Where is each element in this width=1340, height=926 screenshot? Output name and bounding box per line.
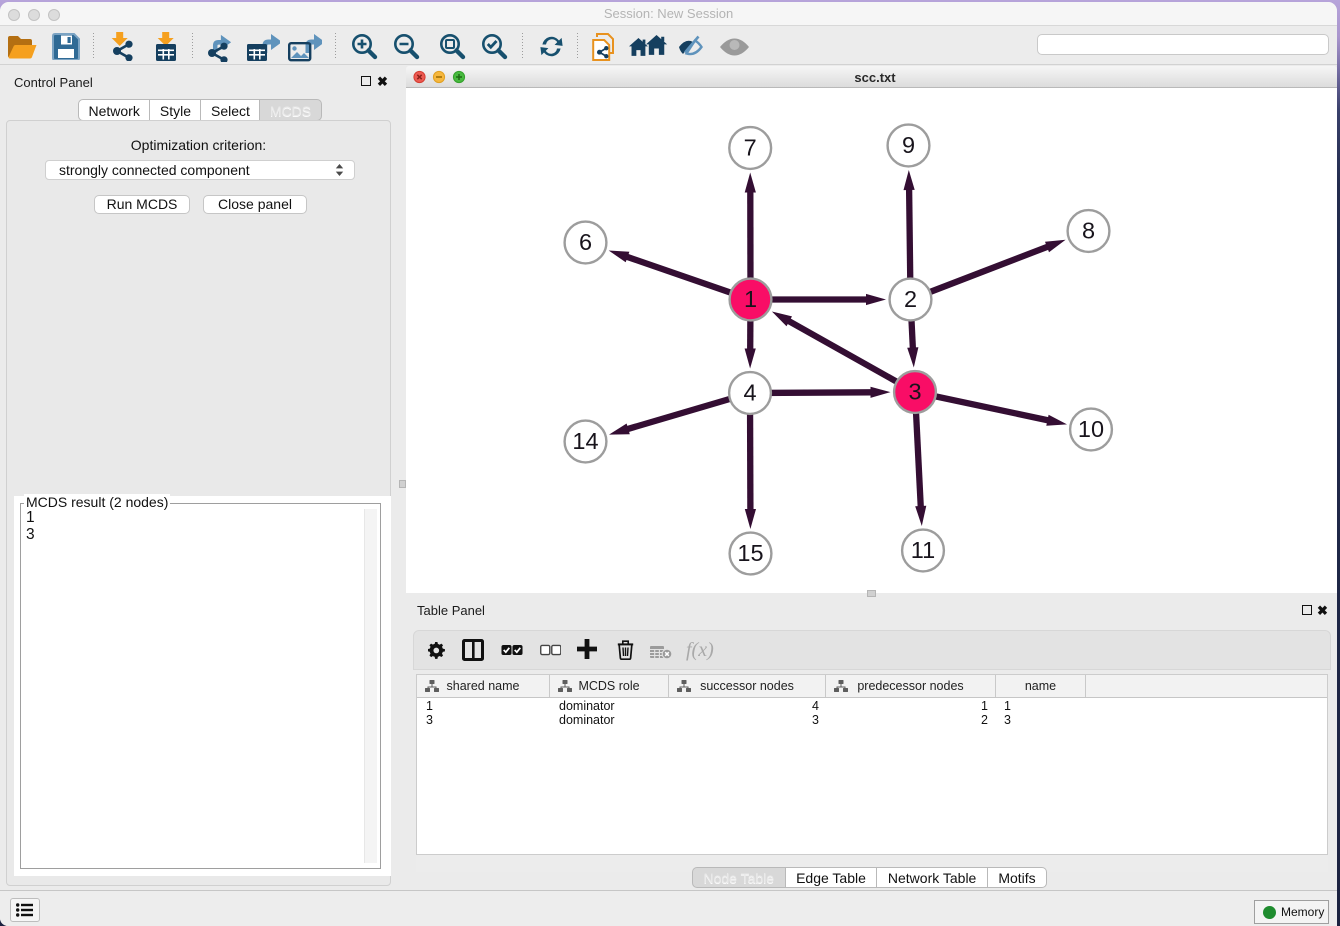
svg-text:7: 7 bbox=[744, 134, 757, 160]
svg-text:10: 10 bbox=[1078, 416, 1104, 442]
svg-text:4: 4 bbox=[743, 379, 756, 405]
svg-text:3: 3 bbox=[908, 378, 921, 404]
svg-text:14: 14 bbox=[572, 428, 598, 454]
svg-text:6: 6 bbox=[579, 229, 592, 255]
svg-text:15: 15 bbox=[737, 540, 763, 566]
svg-text:8: 8 bbox=[1082, 217, 1095, 243]
svg-text:2: 2 bbox=[904, 286, 917, 312]
svg-text:1: 1 bbox=[744, 286, 757, 312]
svg-text:9: 9 bbox=[902, 132, 915, 158]
svg-text:11: 11 bbox=[911, 537, 935, 563]
